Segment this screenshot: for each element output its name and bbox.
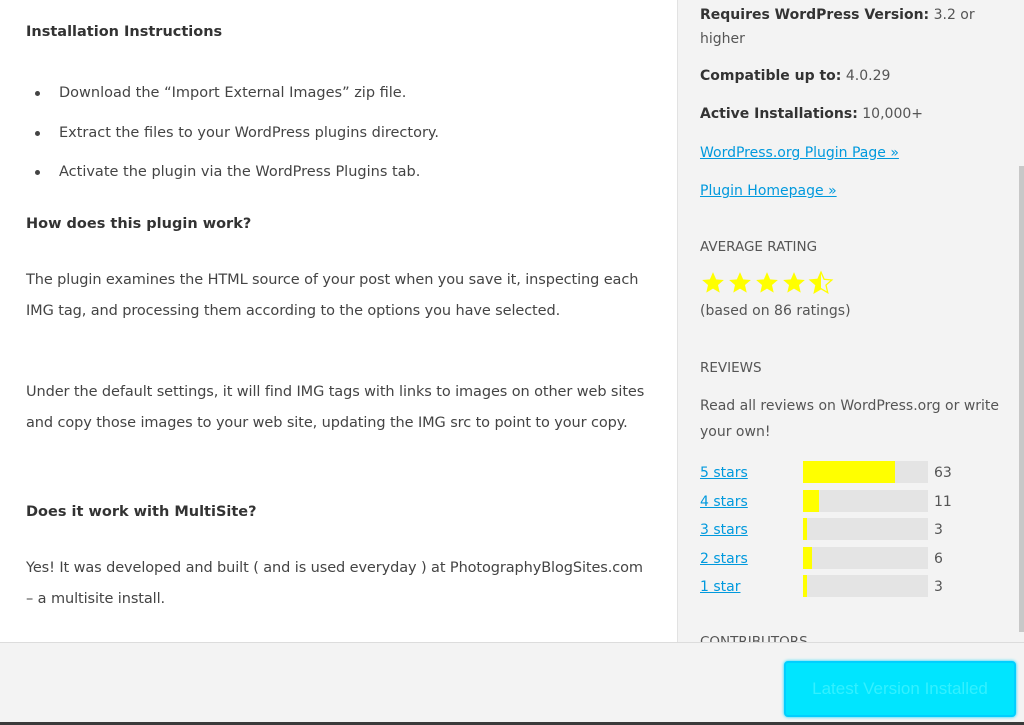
installation-steps-list: Download the “Import External Images” zi… xyxy=(26,74,439,193)
rating-count-value: 11 xyxy=(934,493,952,510)
plugin-homepage-link[interactable]: Plugin Homepage » xyxy=(700,179,837,203)
contributors-heading: Contributors xyxy=(700,634,808,642)
rating-count-value: 3 xyxy=(934,579,943,595)
active-installations-value: 10,000+ xyxy=(857,106,923,122)
rating-row-2: 2 stars 6 xyxy=(700,545,1000,574)
latest-version-installed-button[interactable]: Latest Version Installed xyxy=(784,661,1016,717)
star-full-icon xyxy=(756,272,778,293)
active-installations-label: Active Installations: xyxy=(700,106,858,122)
rating-row-1: 1 star 3 xyxy=(700,573,1000,602)
plugin-description-panel: Installation Instructions Download the “… xyxy=(0,0,677,642)
rating-bar-fill xyxy=(803,461,895,483)
reviews-text: Read all reviews on WordPress.org or wri… xyxy=(700,398,1000,440)
installation-step: Extract the files to your WordPress plug… xyxy=(26,114,439,154)
installation-instructions-heading: Installation Instructions xyxy=(26,24,223,40)
rating-row-3: 3 stars 3 xyxy=(700,516,1000,545)
requires-version-label: Requires WordPress Version: xyxy=(700,7,930,23)
rating-bar-track xyxy=(803,461,928,483)
compatible-up-to: Compatible up to: 4.0.29 xyxy=(700,64,890,88)
rating-filter-link[interactable]: 5 stars xyxy=(700,461,748,485)
star-half-icon xyxy=(808,270,834,294)
wordpress-plugin-page-link[interactable]: WordPress.org Plugin Page » xyxy=(700,141,899,165)
rating-row-5: 5 stars 63 xyxy=(700,459,1000,488)
sidebar-scrollbar[interactable] xyxy=(1016,0,1024,642)
rating-bar-fill xyxy=(803,518,808,540)
faq-answer-paragraph: Under the default settings, it will find… xyxy=(26,384,645,431)
sidebar-scroll-thumb[interactable] xyxy=(1019,166,1024,632)
compatible-label: Compatible up to: xyxy=(700,68,842,84)
modal-footer: Latest Version Installed xyxy=(0,642,1024,722)
rating-filter-link[interactable]: 1 star xyxy=(700,575,740,599)
star-full-icon xyxy=(783,272,805,293)
rating-bar-track xyxy=(803,546,928,569)
rating-bar-fill xyxy=(803,575,808,597)
star-full-icon xyxy=(729,272,751,293)
rating-bar-fill xyxy=(803,546,812,569)
compatible-value: 4.0.29 xyxy=(841,68,891,84)
requires-version: Requires WordPress Version: 3.2 or highe… xyxy=(700,3,990,51)
installation-step: Activate the plugin via the WordPress Pl… xyxy=(26,153,439,193)
rating-bar-track xyxy=(803,518,928,540)
star-rating xyxy=(700,270,834,296)
active-installations: Active Installations: 10,000+ xyxy=(700,102,923,126)
rating-count-value: 6 xyxy=(934,550,943,567)
faq-answer-paragraph: The plugin examines the HTML source of y… xyxy=(26,272,639,319)
faq-question-how-it-works: How does this plugin work? xyxy=(26,216,252,232)
rating-filter-link[interactable]: 3 stars xyxy=(700,518,748,542)
plugin-info-sidebar: Requires WordPress Version: 3.2 or highe… xyxy=(677,0,1024,642)
installation-step: Download the “Import External Images” zi… xyxy=(26,74,439,114)
rating-count-value: 63 xyxy=(934,465,952,481)
rating-count: (based on 86 ratings) xyxy=(700,303,851,319)
reviews-heading: Reviews xyxy=(700,360,762,376)
rating-breakdown: 5 stars 63 4 stars 11 3 stars 3 2 stars … xyxy=(700,459,1000,602)
rating-row-4: 4 stars 11 xyxy=(700,488,1000,517)
average-rating-heading: Average Rating xyxy=(700,239,818,255)
star-full-icon xyxy=(702,272,724,293)
rating-bar-fill xyxy=(803,489,819,512)
rating-filter-link[interactable]: 2 stars xyxy=(700,547,748,571)
rating-filter-link[interactable]: 4 stars xyxy=(700,490,748,514)
faq-answer-paragraph: Yes! It was developed and built ( and is… xyxy=(26,560,643,607)
rating-bar-track xyxy=(803,575,928,597)
faq-question-multisite: Does it work with MultiSite? xyxy=(26,504,257,520)
rating-bar-track xyxy=(803,489,928,512)
rating-count-value: 3 xyxy=(934,522,943,538)
